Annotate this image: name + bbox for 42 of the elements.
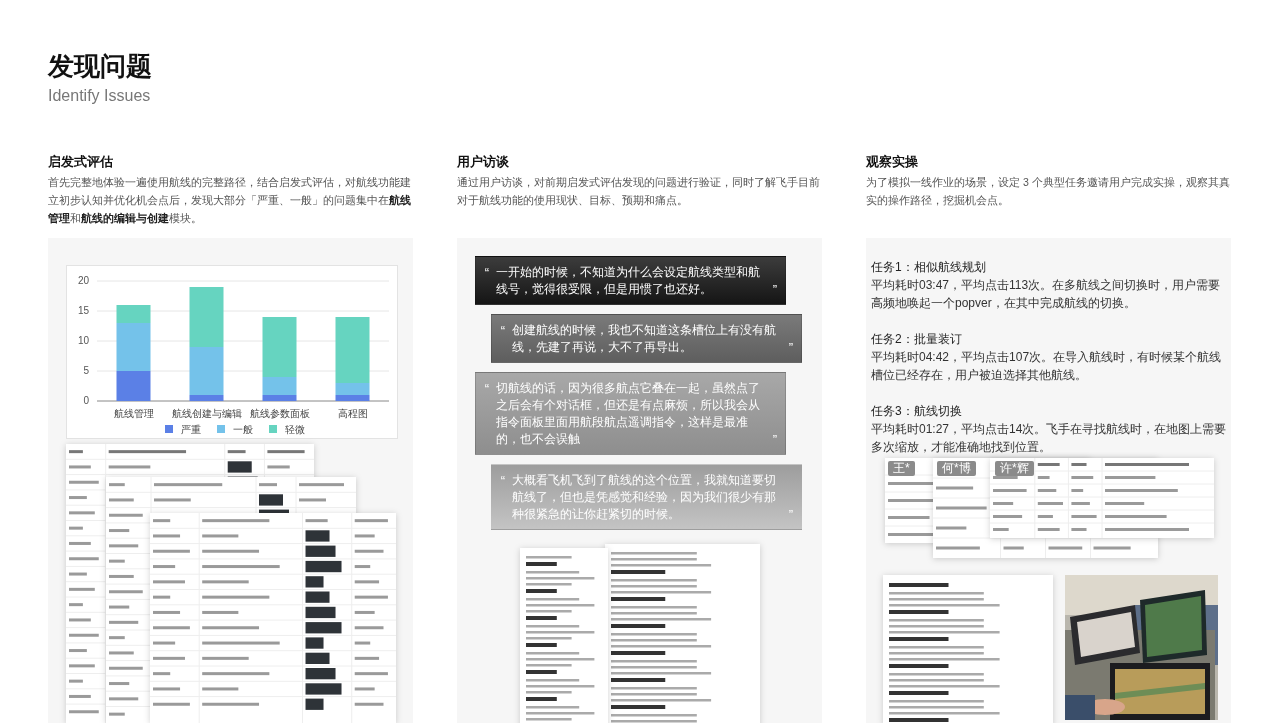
section-heading: 用户访谈 (457, 153, 510, 171)
section-description: 首先完整地体验一遍使用航线的完整路径，结合启发式评估，对航线功能建立初步认知并优化机会点后，发现大部分「严重、一般」的问题集中在航线管理和航线的编辑与创建模块。 (48, 175, 412, 226)
task-description: 平均耗时04:42，平均点击107次。在导入航线时，有时候某个航线槽位已经存在，用户被迫选择其他航线。 (871, 349, 1223, 384)
open-quote-mark: “ (483, 264, 491, 282)
axis-label: 15 (77, 305, 89, 316)
axis-label: 高程图 (337, 408, 368, 419)
page-title: 发现问题 (48, 50, 153, 82)
quote-text: 切航线的话，因为很多航点它叠在一起，虽然点了之后会有个对话框，但还是有点麻烦，所以我会从指令面板里面用航段航点遥调指令，这样是最准的，也不会误触 (496, 381, 761, 447)
section-description: 通过用户访谈，对前期启发式评估发现的问题进行验证，同时了解飞手目前对于航线功能的使用现状、目标、预期和痛点。 (457, 175, 821, 208)
axis-label: 航线创建与编辑 (171, 408, 242, 419)
participant-name: 许*辉 (995, 461, 1034, 476)
quote-text: 创建航线的时候，我也不知道这条槽位上有没有航线，先建了再说，大不了再导出。 (512, 323, 777, 355)
bar (189, 287, 224, 347)
section-heading: 启发式评估 (48, 153, 114, 171)
open-quote-mark: “ (499, 322, 507, 340)
participant-name: 何*博 (937, 461, 976, 476)
open-quote-mark: “ (499, 472, 507, 490)
task-title: 任务2：批量装订 (871, 331, 963, 348)
axis-label: 20 (77, 275, 89, 286)
task-title: 任务1：相似航线规划 (871, 259, 987, 276)
axis-label: 5 (83, 365, 89, 376)
legend-label: 严重 (181, 424, 201, 435)
task-description: 平均耗时03:47，平均点击113次。在多航线之间切换时，用户需要高频地唤起一个popver，在其中完成航线的切换。 (871, 277, 1222, 312)
axis-label: 0 (83, 395, 89, 406)
axis-label: 航线管理 (113, 408, 154, 419)
close-quote-mark: ” (787, 506, 795, 523)
open-quote-mark: “ (483, 380, 491, 398)
page-subtitle: Identify Issues (48, 86, 152, 106)
close-quote-mark: ” (771, 431, 779, 448)
close-quote-mark: ” (771, 281, 779, 298)
section-heading: 观察实操 (866, 153, 919, 171)
legend-label: 一般 (233, 424, 253, 435)
axis-label: 航线参数面板 (249, 408, 310, 419)
task-description: 平均耗时01:27，平均点击14次。飞手在寻找航线时，在地图上需要多次缩放，才能准确地找到位置。 (871, 421, 1228, 456)
participant-name: 王* (888, 461, 915, 476)
quote-text: 一开始的时候，不知道为什么会设定航线类型和航线号，觉得很受限，但是用惯了也还好。 (496, 265, 761, 297)
section-description: 为了模拟一线作业的场景，设定 3 个典型任务邀请用户完成实操，观察其真实的操作路径，挖掘机会点。 (866, 175, 1231, 208)
axis-label: 10 (77, 335, 89, 346)
task-title: 任务3：航线切换 (871, 403, 963, 420)
legend-label: 轻微 (285, 424, 305, 435)
close-quote-mark: ” (787, 339, 795, 356)
quote-text: 大概看飞机飞到了航线的这个位置，我就知道要切航线了，但也是凭感觉和经验，因为我们很少有那种很紧急的让你赶紧切的时候。 (512, 473, 777, 522)
